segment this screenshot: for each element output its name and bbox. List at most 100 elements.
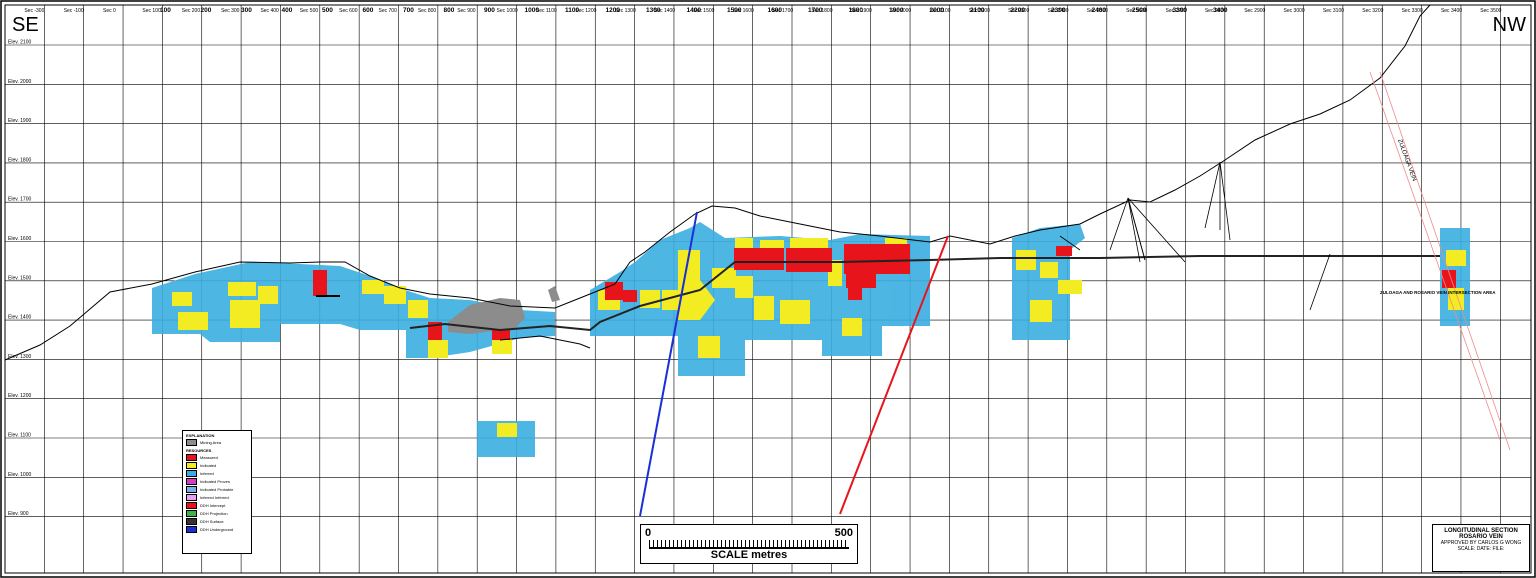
elevation-label: Elev. 1800: [8, 157, 31, 163]
scale-end: 500: [834, 527, 853, 539]
legend-swatch: [186, 494, 197, 501]
section-number-label: 300: [241, 7, 252, 14]
section-number-label: 2200: [1011, 7, 1026, 14]
legend-item: Indicated Proven: [186, 478, 248, 485]
legend-item-label: DDH Surface: [200, 519, 224, 524]
section-number-label: 400: [282, 7, 293, 14]
legend-item-label: Inferred: [200, 471, 214, 476]
legend-item: DDH Intercept: [186, 502, 248, 509]
legend-item-label: Indicated Proven: [200, 479, 231, 484]
section-label: Sec 1000: [497, 8, 518, 14]
corner-nw-label: NW: [1492, 14, 1526, 36]
legend-explanation: EXPLANATION Mining Area RESOURCES Measur…: [182, 430, 252, 554]
section-label: Sec 600: [339, 8, 358, 14]
section-label: Sec 700: [379, 8, 398, 14]
section-label: Sec 200: [182, 8, 201, 14]
legend-item-label: DDH Underground: [200, 527, 234, 532]
legend-item-label: Measured: [200, 455, 218, 460]
section-label: Sec 3200: [1362, 8, 1383, 14]
section-label: Sec 3000: [1284, 8, 1305, 14]
section-number-label: 1300: [646, 7, 661, 14]
section-number-label: 2300: [1051, 7, 1066, 14]
legend-swatch: [186, 478, 197, 485]
section-label: Sec 3400: [1441, 8, 1462, 14]
elevation-label: Elev. 1000: [8, 472, 31, 478]
legend-item-label: DDH Projection: [200, 511, 228, 516]
section-label: Sec 3300: [1402, 8, 1423, 14]
legend-items: Measured Indicated Inferred Indicated Prove…: [183, 454, 251, 533]
legend-swatch: [186, 510, 197, 517]
corner-se-label: SE: [12, 14, 39, 36]
elevation-label: Elev. 1500: [8, 275, 31, 281]
legend-mined-label: Mining Area: [200, 440, 222, 445]
legend-item: Measured: [186, 454, 248, 461]
scale-title: SCALE metres: [710, 549, 788, 561]
legend-mined-row: Mining Area: [186, 439, 248, 446]
section-number-label: 1100: [565, 7, 579, 14]
elevation-label: Elev. 1900: [8, 118, 31, 124]
elevation-label: Elev. 2000: [8, 79, 31, 85]
legend-item: Indicated: [186, 462, 248, 469]
section-number-label: 1700: [808, 7, 823, 14]
legend-item: DDH Surface: [186, 518, 248, 525]
legend-item-label: Indicated Probable: [200, 487, 234, 492]
section-label: Sec 1100: [536, 8, 557, 14]
legend-item: Inferred Inferred: [186, 494, 248, 501]
section-label: Sec 3100: [1323, 8, 1344, 14]
section-number-label: 900: [484, 7, 495, 14]
section-number-label: 3400: [1213, 7, 1228, 14]
legend-item-label: Inferred Inferred: [200, 495, 229, 500]
legend-item-label: DDH Intercept: [200, 503, 226, 508]
section-label: Sec 500: [300, 8, 319, 14]
section-number-label: 1500: [727, 7, 742, 14]
legend-item: Inferred: [186, 470, 248, 477]
scale-ticks: [649, 540, 849, 549]
section-number-label: 2000: [930, 7, 945, 14]
section-number-label: 500: [322, 7, 333, 14]
legend-item: DDH Underground: [186, 526, 248, 533]
elevation-label: Elev. 1100: [8, 433, 31, 439]
title-fields: SCALE: DATE: FILE:: [1457, 546, 1505, 552]
scale-start: 0: [645, 527, 652, 539]
drawing-title: LONGITUDINAL SECTION ROSARIO VEIN: [1444, 528, 1518, 540]
section-number-label: 800: [444, 7, 455, 14]
legend-swatch: [186, 486, 197, 493]
section-label: Sec 0: [103, 8, 116, 14]
legend-title: EXPLANATION: [186, 433, 215, 438]
section-label: Sec 900: [457, 8, 476, 14]
section-number-label: 1800: [849, 7, 864, 14]
legend-item-label: Indicated: [200, 463, 217, 468]
section-number-label: 2500: [1132, 7, 1147, 14]
section-label: Sec 400: [260, 8, 279, 14]
elevation-label: Elev. 1200: [8, 393, 31, 399]
elevation-label: Elev. 2100: [8, 40, 31, 46]
section-number-label: 1200: [606, 7, 621, 14]
section-number-label: 1000: [525, 7, 540, 14]
intersection-area-label: ZULOAGA AND ROSARIO VEIN INTERSECTION AR…: [1380, 290, 1496, 295]
section-label: Sec 300: [221, 8, 240, 14]
section-label: Sec -100: [64, 8, 84, 14]
section-number-label: 600: [363, 7, 374, 14]
section-label: Sec 2900: [1244, 8, 1265, 14]
section-label: Sec 800: [418, 8, 437, 14]
legend-swatch: [186, 518, 197, 525]
section-label: Sec 100: [142, 8, 161, 14]
title-block: LONGITUDINAL SECTION ROSARIO VEIN APPROV…: [1432, 524, 1530, 572]
section-number-label: 2400: [1092, 7, 1107, 14]
section-number-label: 3300: [1173, 7, 1188, 14]
scale-bar: 0 500 SCALE metres: [640, 524, 858, 564]
section-number-label: 1900: [889, 7, 904, 14]
legend-swatch: [186, 502, 197, 509]
legend-swatch: [186, 470, 197, 477]
legend-mined-swatch: [186, 439, 197, 446]
legend-item: Indicated Probable: [186, 486, 248, 493]
legend-item: DDH Projection: [186, 510, 248, 517]
section-number-label: 100: [160, 7, 171, 14]
section-number-label: 1600: [768, 7, 783, 14]
section-number-label: 2100: [970, 7, 985, 14]
legend-swatch: [186, 526, 197, 533]
elevation-label: Elev. 1700: [8, 197, 31, 203]
elevation-label: Elev. 900: [8, 511, 29, 517]
section-number-label: 700: [403, 7, 414, 14]
elevation-label: Elev. 1600: [8, 236, 31, 242]
